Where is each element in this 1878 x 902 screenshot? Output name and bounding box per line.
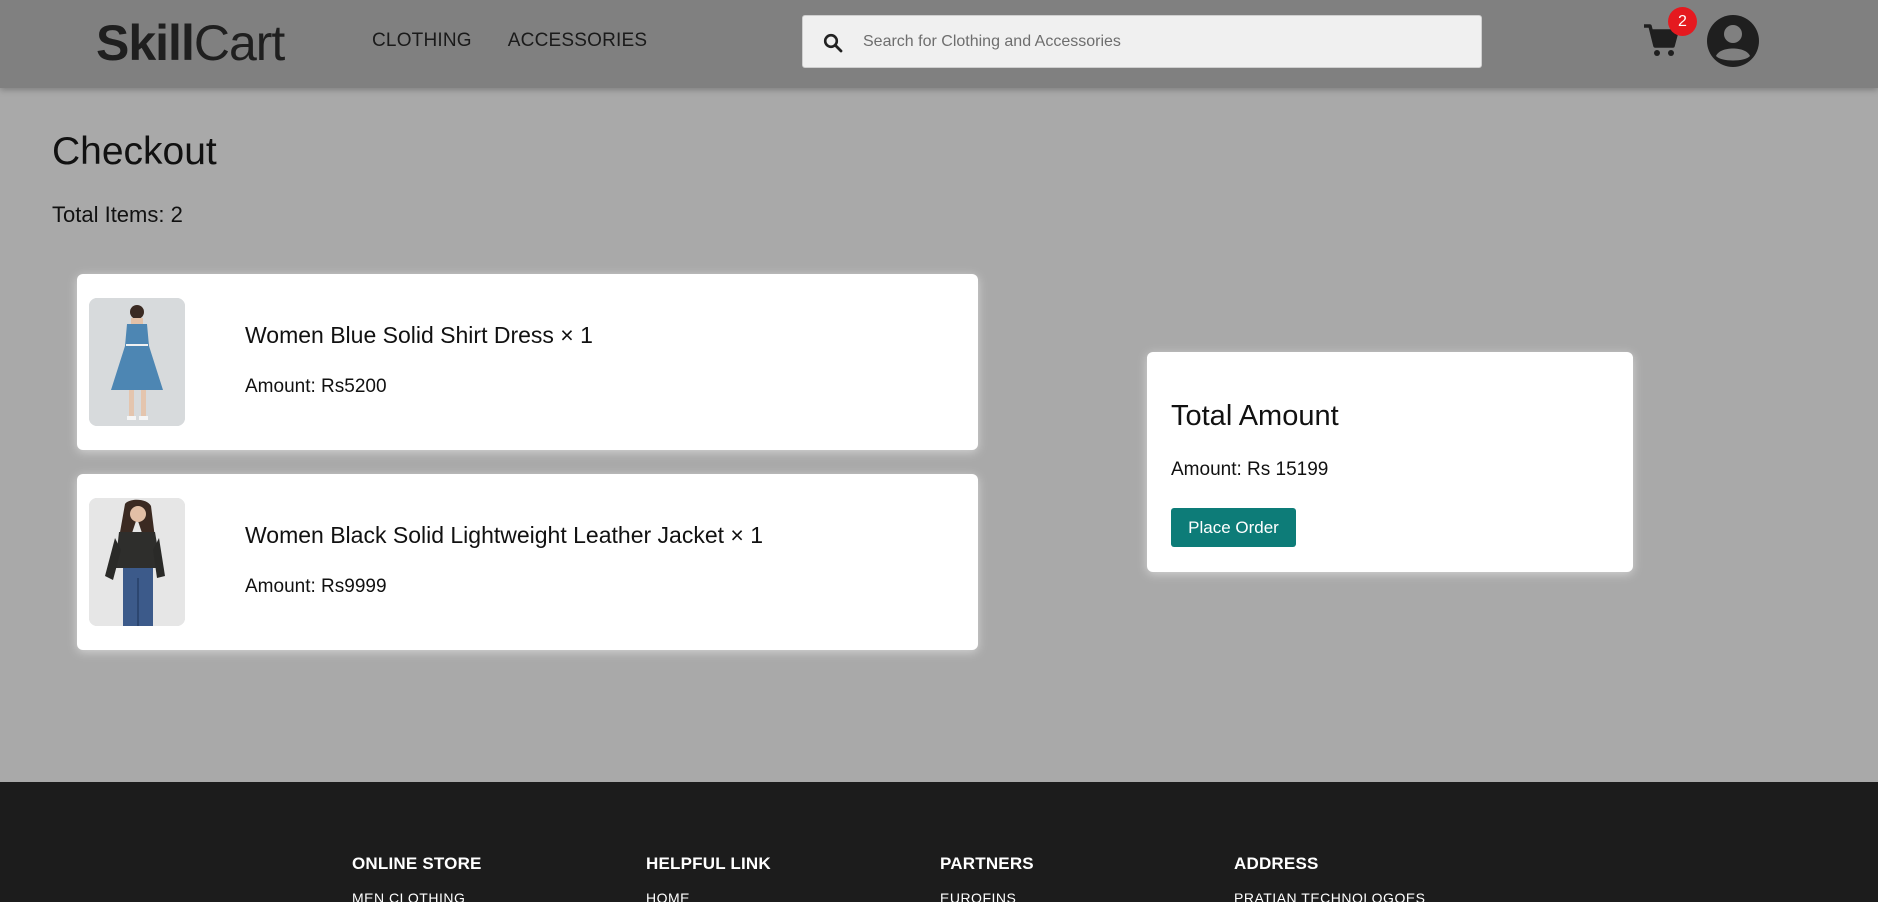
leather-jacket-photo [89, 498, 185, 626]
footer-column-helpful-link: HELPFUL LINK HOME [646, 854, 771, 902]
footer-heading: PARTNERS [940, 854, 1034, 873]
footer-column-partners: PARTNERS EUROFINS [940, 854, 1034, 902]
product-amount: Amount: Rs9999 [245, 576, 387, 597]
search-input[interactable] [863, 16, 1463, 67]
total-items-count: Total Items: 2 [52, 202, 183, 227]
logo-light-text: Cart [193, 15, 285, 71]
skillcart-logo[interactable]: SkillCart [96, 14, 285, 72]
product-name[interactable]: Women Black Solid Lightweight Leather Ja… [245, 522, 763, 549]
user-avatar-icon[interactable] [1706, 14, 1760, 68]
search-icon[interactable] [823, 33, 843, 53]
footer-heading: HELPFUL LINK [646, 854, 771, 873]
place-order-button[interactable]: Place Order [1171, 508, 1296, 547]
page-title: Checkout [52, 130, 217, 173]
summary-title: Total Amount [1171, 400, 1339, 432]
logo-bold-text: Skill [96, 15, 195, 71]
cart-count-badge: 2 [1668, 7, 1697, 36]
footer-link[interactable]: EUROFINS [940, 890, 1016, 902]
product-thumbnail[interactable] [89, 498, 185, 626]
product-name[interactable]: Women Blue Solid Shirt Dress × 1 [245, 322, 593, 349]
footer-heading: ADDRESS [1234, 854, 1319, 873]
top-header: SkillCart CLOTHING ACCESSORIES 2 [0, 0, 1878, 88]
nav-clothing[interactable]: CLOTHING [372, 30, 472, 52]
nav-accessories[interactable]: ACCESSORIES [508, 30, 647, 52]
footer-link[interactable]: MEN CLOTHING [352, 890, 465, 902]
cart-item-card: Women Black Solid Lightweight Leather Ja… [77, 474, 978, 650]
footer-heading: ONLINE STORE [352, 854, 482, 873]
search-bar[interactable] [802, 15, 1482, 68]
footer-link[interactable]: HOME [646, 890, 690, 902]
order-summary-card: Total Amount Amount: Rs 15199 Place Orde… [1147, 352, 1633, 572]
summary-amount: Amount: Rs 15199 [1171, 459, 1329, 480]
product-amount: Amount: Rs5200 [245, 376, 387, 397]
main-nav: CLOTHING ACCESSORIES [372, 30, 647, 52]
blue-dress-photo [89, 298, 185, 426]
footer-link: PRATIAN TECHNOLOGOES [1234, 890, 1426, 902]
footer-column-online-store: ONLINE STORE MEN CLOTHING [352, 854, 482, 902]
site-footer: ONLINE STORE MEN CLOTHING HELPFUL LINK H… [0, 782, 1878, 902]
footer-column-address: ADDRESS PRATIAN TECHNOLOGOES [1234, 854, 1425, 902]
product-thumbnail[interactable] [89, 298, 185, 426]
cart-item-card: Women Blue Solid Shirt Dress × 1 Amount:… [77, 274, 978, 450]
